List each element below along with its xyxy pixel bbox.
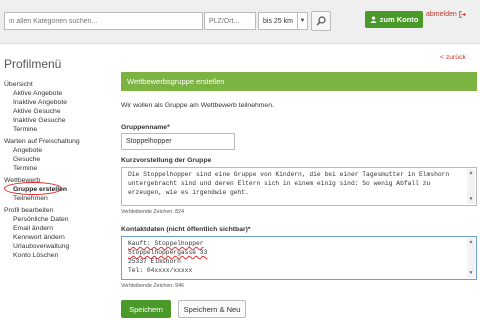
user-icon	[369, 16, 377, 23]
account-button-label: zum Konto	[379, 15, 419, 24]
description-scrollbar[interactable]: ▲ ▼	[467, 169, 475, 204]
sidebar-item-teilnehmen[interactable]: Teilnehmen	[4, 194, 114, 203]
save-and-new-button[interactable]: Speichern & Neu	[178, 300, 246, 318]
radius-value: bis 25 km	[263, 17, 293, 25]
sidebar-item-pending-angebote[interactable]: Angebote	[4, 146, 114, 155]
location-input[interactable]	[204, 12, 256, 30]
description-textarea[interactable]: Die Stoppelhopper sind eine Gruppe von K…	[121, 167, 477, 206]
sidebar-group-profil[interactable]: Profil bearbeiten	[4, 206, 114, 215]
contact-textarea[interactable]: Kauft: Stoppelhopper Stoppelhoppergasse …	[121, 236, 477, 280]
chevron-down-icon: ▼	[297, 13, 307, 29]
group-name-input[interactable]: Stoppelhopper	[121, 133, 235, 150]
group-name-value: Stoppelhopper	[126, 138, 172, 145]
main-form: Wettbewerbsgruppe erstellen Wir wollen a…	[121, 72, 477, 318]
sidebar-group-overview[interactable]: Übersicht	[4, 80, 114, 89]
sidebar-item-aktive-angebote[interactable]: Aktive Angebote	[4, 89, 114, 98]
description-remaining: Verbleibende Zeichen: 824	[121, 209, 185, 215]
sidebar-item-kennwort-aendern[interactable]: Kennwort ändern	[4, 233, 114, 242]
sidebar-item-pending-gesuche[interactable]: Gesuche	[4, 155, 114, 164]
contact-remaining: Verbleibende Zeichen: 946	[121, 283, 185, 289]
contact-scrollbar[interactable]: ▲ ▼	[467, 238, 475, 278]
form-header: Wettbewerbsgruppe erstellen	[121, 72, 477, 91]
contact-label: Kontaktdaten (nicht öffentlich sichtbar)…	[121, 226, 251, 233]
sidebar-item-aktive-gesuche[interactable]: Aktive Gesuche	[4, 107, 114, 116]
back-link[interactable]: < zurück	[440, 54, 466, 61]
sidebar-item-konto-loeschen[interactable]: Konto Löschen	[4, 251, 114, 260]
logout-label: abmelden	[426, 11, 457, 18]
contact-line: Tel: 04xxxx/xxxxx	[128, 267, 193, 274]
save-button[interactable]: Speichern	[121, 300, 171, 318]
highlight-circle-annotation	[4, 182, 62, 195]
top-search-bar: bis 25 km ▼ zum Konto abmelden	[0, 0, 480, 44]
group-name-label: Gruppenname*	[121, 124, 170, 131]
intro-text: Wir wollen als Gruppe am Wettbewerb teil…	[121, 102, 274, 109]
account-button[interactable]: zum Konto	[365, 11, 423, 28]
description-label: Kurzvorstellung der Gruppe	[121, 157, 212, 164]
search-icon	[316, 16, 326, 26]
sidebar-item-pending-termine[interactable]: Termine	[4, 164, 114, 173]
sidebar-item-inaktive-gesuche[interactable]: Inaktive Gesuche	[4, 116, 114, 125]
sidebar-item-urlaubsverwaltung[interactable]: Urlaubsverwaltung	[4, 242, 114, 251]
sidebar-item-persoenliche-daten[interactable]: Persönliche Daten	[4, 215, 114, 224]
search-input[interactable]	[4, 12, 203, 30]
profile-menu-title: Profilmenü	[4, 57, 62, 71]
sidebar-item-inaktive-angebote[interactable]: Inaktive Angebote	[4, 98, 114, 107]
contact-line: 25337 Elmshorn	[128, 258, 181, 265]
logout-link[interactable]: abmelden	[426, 11, 466, 18]
search-button[interactable]	[311, 11, 331, 31]
sidebar-menu: Übersicht Aktive Angebote Inaktive Angeb…	[4, 80, 114, 260]
description-value: Die Stoppelhopper sind eine Gruppe von K…	[128, 171, 450, 196]
contact-line: Kauft: Stoppelhopper	[128, 240, 204, 247]
sidebar-item-termine[interactable]: Termine	[4, 125, 114, 134]
contact-line: Stoppelhoppergasse 33	[128, 249, 208, 256]
sidebar-group-pending[interactable]: Warten auf Freischaltung	[4, 137, 114, 146]
sidebar-item-email-aendern[interactable]: Email ändern	[4, 224, 114, 233]
radius-select[interactable]: bis 25 km ▼	[258, 12, 308, 30]
logout-icon	[459, 11, 466, 18]
